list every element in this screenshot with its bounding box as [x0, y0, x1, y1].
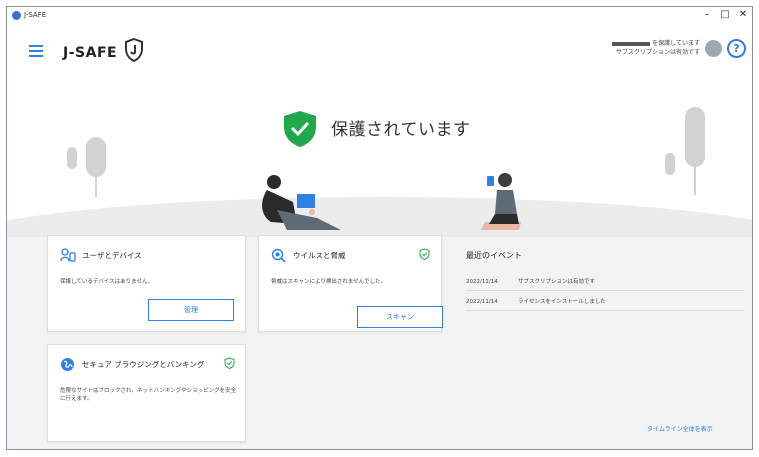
account-line2: サブスクリプションは有効です: [615, 49, 700, 56]
person-laptop-illustration: [262, 175, 341, 230]
virus-threats-desc: 脅威はスキャンにより検出されませんでした。: [271, 279, 386, 285]
event-text: ライセンスをインストールしました: [518, 299, 606, 305]
minimize-button[interactable]: –: [699, 9, 715, 20]
users-devices-desc: 保護しているデバイスはありません。: [60, 279, 154, 285]
users-devices-card: ユーザとデバイス 保護しているデバイスはありません。 管理: [47, 235, 246, 332]
ok-shield-icon: [419, 248, 430, 260]
app-icon: [12, 11, 21, 20]
view-timeline-link[interactable]: タイムライン全体を表示: [647, 424, 713, 433]
event-text: サブスクリプションは有効です: [518, 279, 596, 285]
event-row: 2022/11/14 ライセンスをインストールしました: [466, 295, 744, 311]
maximize-button[interactable]: □: [717, 9, 733, 20]
secure-browsing-card: セキュア ブラウジングとバンキング 危険なサイトはブロックされ、ネットバンキング…: [47, 344, 246, 442]
virus-threats-card: ウイルスと脅威 脅威はスキャンにより検出されませんでした。 スキャン: [258, 235, 443, 332]
app-window: J-SAFE – □ ✕ J-SAFE を保護しています サブスクリプションは有…: [6, 6, 753, 450]
event-date: 2022/11/14: [466, 299, 498, 305]
tree-illustration: [67, 147, 77, 169]
virus-scan-icon: [271, 248, 286, 263]
users-devices-title: ユーザとデバイス: [82, 251, 142, 260]
close-button[interactable]: ✕: [735, 9, 751, 20]
tree-trunk: [95, 175, 97, 197]
avatar[interactable]: [705, 40, 722, 57]
event-row: 2022/11/14 サブスクリプションは有効です: [466, 275, 744, 291]
account-info: を保護しています サブスクリプションは有効です: [612, 39, 700, 57]
tree-illustration: [86, 137, 106, 177]
event-date: 2022/11/14: [466, 279, 498, 285]
users-devices-icon: [60, 248, 76, 262]
masked-email: [612, 41, 651, 46]
tree-illustration: [665, 153, 675, 175]
brand-shield-icon: [125, 38, 143, 62]
brand-name: J-SAFE: [63, 45, 118, 61]
person-phone-illustration: [481, 173, 521, 230]
background-hill: [7, 197, 752, 237]
window-title: J-SAFE: [24, 11, 47, 19]
virus-threats-title: ウイルスと脅威: [293, 251, 346, 260]
tree-trunk: [694, 165, 696, 195]
menu-icon[interactable]: [29, 45, 43, 60]
secure-browsing-title: セキュア ブラウジングとバンキング: [82, 360, 205, 369]
help-icon[interactable]: ?: [727, 39, 746, 58]
protected-shield-icon: [284, 111, 316, 147]
account-line1: を保護しています: [652, 40, 700, 47]
secure-browsing-desc: 危険なサイトはブロックされ、ネットバンキングやショッピングを安全に行えます。: [60, 388, 237, 402]
protection-status: 保護されています: [331, 120, 471, 140]
manage-button[interactable]: 管理: [148, 299, 234, 321]
tree-illustration: [685, 107, 705, 167]
app-header: J-SAFE を保護しています サブスクリプションは有効です ?: [7, 25, 752, 87]
title-bar: J-SAFE – □ ✕: [7, 7, 752, 25]
status-hero: 保護されています: [7, 87, 752, 237]
ok-shield-icon: [224, 357, 235, 369]
recent-events-title: 最近のイベント: [466, 251, 522, 260]
globe-icon: [61, 358, 74, 371]
scan-button[interactable]: スキャン: [357, 306, 443, 328]
